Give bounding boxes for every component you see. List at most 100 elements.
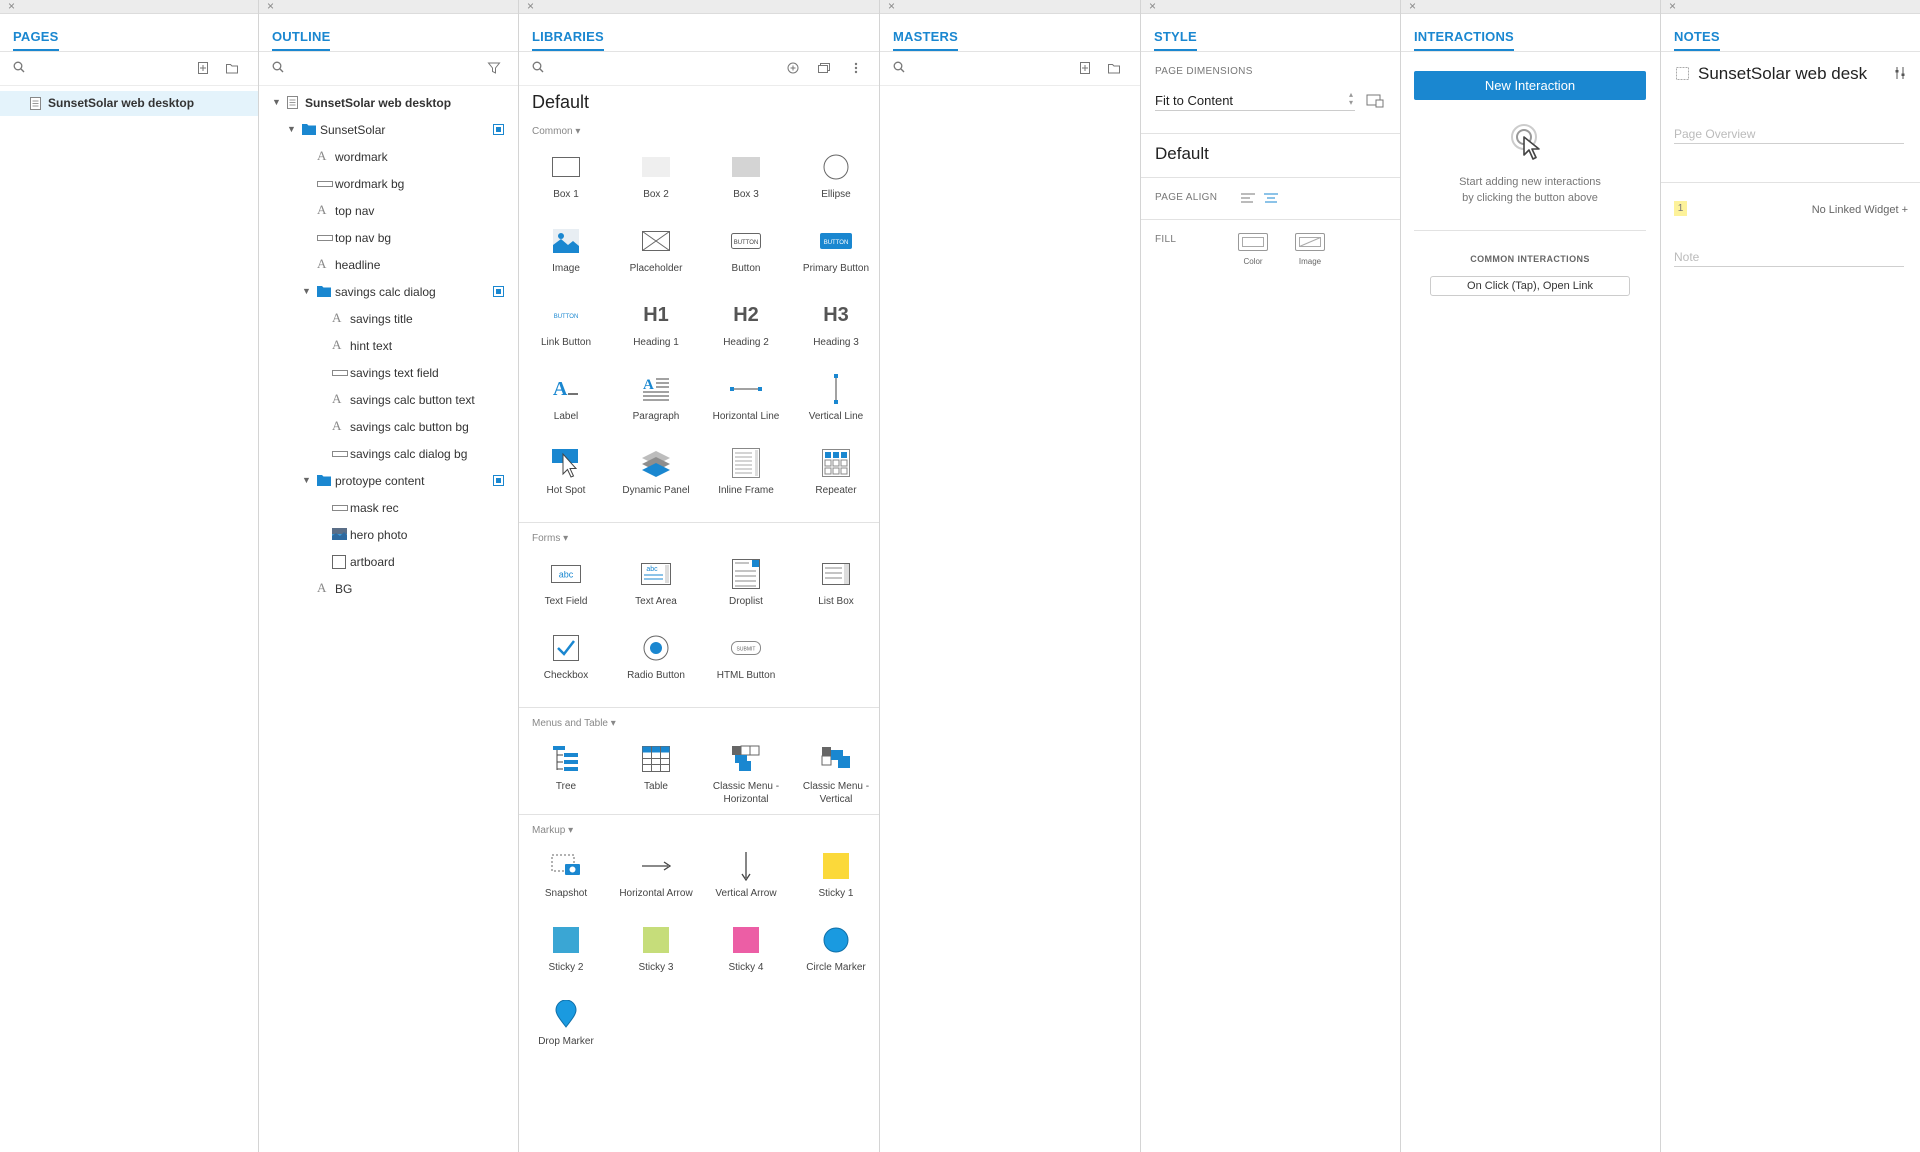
library-widget[interactable]: BUTTON Link Button [521,300,611,349]
library-section-header[interactable]: Markup ▾ [532,825,573,836]
library-widget[interactable]: Box 3 [701,152,791,201]
library-widget[interactable]: Dynamic Panel [611,448,701,497]
library-widget[interactable]: Circle Marker [791,925,879,974]
tab-notes[interactable]: NOTES [1674,29,1720,51]
library-widget[interactable]: Image [521,226,611,275]
library-widget[interactable]: Tree [521,744,611,793]
outline-item[interactable]: Awordmark [259,146,517,168]
visibility-toggle-icon[interactable] [493,124,504,135]
library-widget[interactable]: Droplist [701,559,791,608]
library-section-header[interactable]: Menus and Table ▾ [532,718,616,729]
expand-arrow-icon[interactable]: ▼ [287,124,296,134]
outline-item[interactable]: artboard [259,551,517,573]
add-folder-icon[interactable] [225,61,239,75]
library-widget[interactable]: Horizontal Line [701,374,791,423]
library-section-header[interactable]: Common ▾ [532,126,580,137]
library-widget[interactable]: Box 1 [521,152,611,201]
outline-item[interactable]: wordmark bg [259,173,517,195]
close-icon[interactable]: × [527,0,534,13]
outline-item[interactable]: A BG [259,578,517,600]
search-icon[interactable] [532,61,544,73]
outline-item[interactable]: Ahint text [259,335,517,357]
library-widget[interactable]: Snapshot [521,851,611,900]
close-icon[interactable]: × [1409,0,1416,13]
outline-item[interactable]: top nav bg [259,227,517,249]
outline-item[interactable]: ▼ savings calc dialog [259,281,517,303]
add-page-icon[interactable] [196,61,210,75]
library-widget[interactable]: Classic Menu - Vertical [791,744,879,806]
close-icon[interactable]: × [1149,0,1156,13]
outline-item[interactable]: savings text field [259,362,517,384]
on-click-open-link-button[interactable]: On Click (Tap), Open Link [1430,276,1630,296]
library-widget[interactable]: abc Text Area [611,559,701,608]
library-widget[interactable]: Repeater [791,448,879,497]
library-widget[interactable]: Hot Spot [521,448,611,497]
page-overview-field[interactable]: Page Overview [1674,127,1904,144]
outline-item[interactable]: hero photo [259,524,517,546]
tab-masters[interactable]: MASTERS [893,29,958,51]
library-widget[interactable]: Sticky 1 [791,851,879,900]
outline-item[interactable]: Asavings calc button bg [259,416,517,438]
note-field[interactable]: Note [1674,250,1904,267]
visibility-toggle-icon[interactable] [493,286,504,297]
library-widget[interactable]: Classic Menu - Horizontal [701,744,791,806]
add-master-icon[interactable] [1078,61,1092,75]
search-icon[interactable] [893,61,905,73]
outline-item[interactable]: ▼ protoype content [259,470,517,492]
library-widget[interactable]: Drop Marker [521,999,611,1048]
align-left-icon[interactable] [1241,193,1255,203]
library-widget[interactable]: A Label [521,374,611,423]
close-icon[interactable]: × [1669,0,1676,13]
library-widget[interactable]: Checkbox [521,633,611,682]
search-icon[interactable] [13,61,25,73]
outline-item[interactable]: Atop nav [259,200,517,222]
outline-item[interactable]: Asavings title [259,308,517,330]
close-icon[interactable]: × [888,0,895,13]
library-widget[interactable]: Box 2 [611,152,701,201]
library-widget[interactable]: Radio Button [611,633,701,682]
tab-outline[interactable]: OUTLINE [272,29,331,51]
align-center-icon[interactable] [1264,193,1278,203]
library-widget[interactable]: SUBMIT HTML Button [701,633,791,682]
linked-widget-button[interactable]: No Linked Widget + [1812,204,1908,216]
library-widget[interactable]: H3 Heading 3 [791,300,879,349]
device-icon[interactable] [1366,94,1384,108]
library-widget[interactable]: BUTTON Primary Button [791,226,879,275]
close-icon[interactable]: × [8,0,15,13]
library-widget[interactable]: abc Text Field [521,559,611,608]
library-widget[interactable]: Placeholder [611,226,701,275]
library-widget[interactable]: Vertical Arrow [701,851,791,900]
more-options-icon[interactable] [849,61,863,75]
library-widget[interactable]: Sticky 2 [521,925,611,974]
library-widget[interactable]: List Box [791,559,879,608]
expand-arrow-icon[interactable]: ▼ [302,286,311,296]
tab-libraries[interactable]: LIBRARIES [532,29,604,51]
outline-item[interactable]: Aheadline [259,254,517,276]
library-widget[interactable]: Ellipse [791,152,879,201]
tab-interactions[interactable]: INTERACTIONS [1414,29,1514,51]
style-name[interactable]: Default [1155,144,1209,164]
close-icon[interactable]: × [267,0,274,13]
expand-arrow-icon[interactable]: ▼ [272,97,281,107]
tab-pages[interactable]: PAGES [13,29,59,51]
page-dimensions-select[interactable]: Fit to Content ▴ ▾ [1155,91,1355,111]
outline-item[interactable]: mask rec [259,497,517,519]
outline-item[interactable]: ▼ SunsetSolar [259,119,517,141]
library-widget[interactable]: H1 Heading 1 [611,300,701,349]
page-item[interactable]: SunsetSolar web desktop [0,91,258,116]
outline-item[interactable]: Asavings calc button text [259,389,517,411]
library-widget[interactable]: Table [611,744,701,793]
library-widget[interactable]: H2 Heading 2 [701,300,791,349]
add-library-icon[interactable] [786,61,800,75]
library-widget[interactable]: Inline Frame [701,448,791,497]
library-widget[interactable]: Horizontal Arrow [611,851,701,900]
library-widget[interactable]: Vertical Line [791,374,879,423]
settings-sliders-icon[interactable] [1894,67,1906,79]
outline-root-page[interactable]: ▼ SunsetSolar web desktop [259,92,517,114]
add-folder-icon[interactable] [1107,61,1121,75]
library-widget[interactable]: A Paragraph [611,374,701,423]
library-section-header[interactable]: Forms ▾ [532,533,568,544]
filter-icon[interactable] [487,61,501,75]
fill-image-swatch[interactable] [1295,233,1325,251]
tab-style[interactable]: STYLE [1154,29,1197,51]
